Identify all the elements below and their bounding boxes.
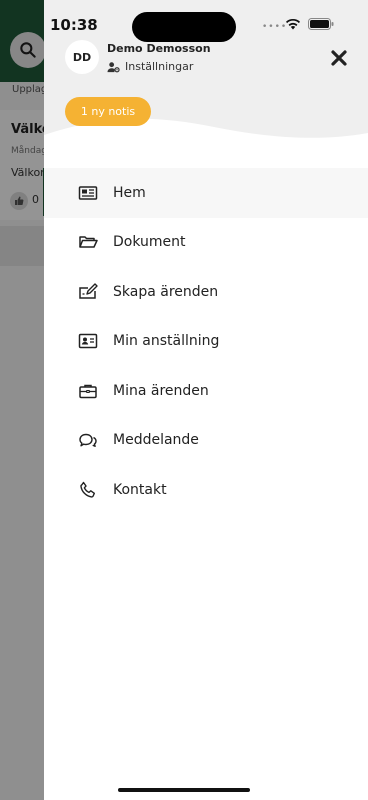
settings-label: Inställningar bbox=[125, 60, 194, 73]
drawer-menu: Hem Dokument Skapa ärenden Min anställni… bbox=[44, 168, 368, 515]
phone-icon bbox=[78, 480, 98, 500]
settings-link[interactable]: Inställningar bbox=[107, 60, 193, 73]
id-card-icon bbox=[78, 331, 98, 351]
menu-label: Meddelande bbox=[113, 432, 199, 449]
notification-badge[interactable]: 1 ny notis bbox=[65, 97, 151, 126]
avatar[interactable]: DD bbox=[65, 40, 99, 74]
user-name: Demo Demosson bbox=[107, 42, 211, 55]
navigation-drawer: DD Demo Demosson Inställningar 1 ny noti… bbox=[44, 0, 368, 800]
menu-item-min-anstallning[interactable]: Min anställning bbox=[44, 317, 368, 367]
menu-label: Kontakt bbox=[113, 481, 167, 498]
menu-label: Skapa ärenden bbox=[113, 283, 219, 300]
menu-label: Dokument bbox=[113, 234, 186, 251]
newspaper-icon bbox=[78, 183, 98, 203]
edit-form-icon bbox=[78, 282, 98, 302]
close-icon bbox=[331, 50, 347, 66]
menu-item-dokument[interactable]: Dokument bbox=[44, 218, 368, 268]
menu-item-hem[interactable]: Hem bbox=[44, 168, 368, 218]
menu-label: Mina ärenden bbox=[113, 382, 209, 399]
menu-item-mina-arenden[interactable]: Mina ärenden bbox=[44, 366, 368, 416]
battery-icon bbox=[308, 18, 334, 30]
dynamic-island bbox=[132, 12, 236, 42]
user-settings-icon bbox=[107, 61, 120, 72]
wifi-icon bbox=[286, 18, 300, 30]
signal-icon: •••• bbox=[262, 22, 288, 32]
menu-item-kontakt[interactable]: Kontakt bbox=[44, 465, 368, 515]
chat-bubbles-icon bbox=[78, 430, 98, 450]
status-time: 10:38 bbox=[50, 16, 98, 34]
home-indicator[interactable] bbox=[118, 788, 250, 792]
menu-label: Hem bbox=[113, 184, 146, 201]
menu-item-meddelande[interactable]: Meddelande bbox=[44, 416, 368, 466]
menu-label: Min anställning bbox=[113, 333, 220, 350]
close-button[interactable] bbox=[330, 49, 348, 67]
briefcase-icon bbox=[78, 381, 98, 401]
folder-open-icon bbox=[78, 232, 98, 252]
menu-item-skapa-arenden[interactable]: Skapa ärenden bbox=[44, 267, 368, 317]
status-bar: 10:38 •••• bbox=[0, 0, 368, 42]
